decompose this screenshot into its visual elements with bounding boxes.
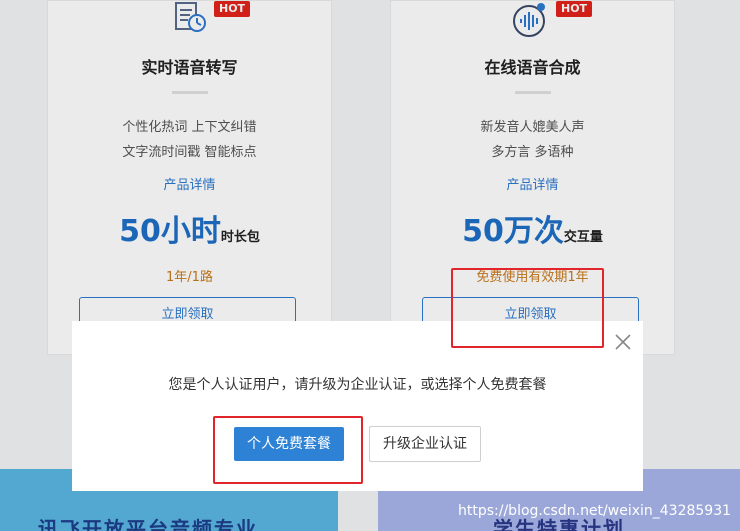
annotation-box bbox=[213, 416, 363, 484]
close-icon[interactable] bbox=[614, 333, 632, 351]
upgrade-enterprise-button[interactable]: 升级企业认证 bbox=[369, 426, 481, 462]
dialog-message: 您是个人认证用户，请升级为企业认证，或选择个人免费套餐 bbox=[168, 377, 547, 393]
watermark-text: https://blog.csdn.net/weixin_43285931 bbox=[458, 503, 732, 519]
annotation-box bbox=[451, 268, 604, 348]
page-background: HOT 实时语音转写 个性化热词 上下文纠错 文字流时间戳 智能标点 产品详情 … bbox=[0, 0, 740, 531]
